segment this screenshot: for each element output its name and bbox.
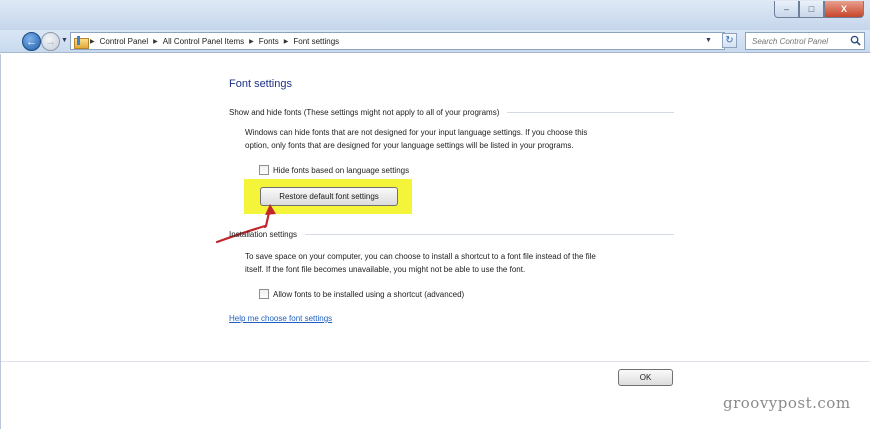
- installation-settings-description: To save space on your computer, you can …: [245, 250, 685, 276]
- breadcrumb-all-items[interactable]: All Control Panel Items: [163, 37, 244, 46]
- breadcrumb-fonts[interactable]: Fonts: [259, 37, 279, 46]
- allow-shortcut-checkbox[interactable]: [259, 289, 269, 299]
- address-dropdown-icon[interactable]: ▼: [705, 37, 712, 44]
- maximize-icon: □: [808, 4, 815, 14]
- footer-divider: [1, 361, 870, 362]
- breadcrumb-font-settings[interactable]: Font settings: [293, 37, 339, 46]
- divider: [507, 112, 674, 113]
- search-input[interactable]: [752, 36, 844, 46]
- forward-arrow-icon: →: [45, 35, 56, 48]
- hide-fonts-checkbox-row[interactable]: Hide fonts based on language settings: [259, 165, 409, 175]
- description-line: Windows can hide fonts that are not desi…: [245, 128, 588, 137]
- installation-settings-header: Installation settings: [229, 230, 674, 239]
- refresh-button[interactable]: ↻: [722, 33, 737, 48]
- window-controls: – □ X: [774, 1, 864, 18]
- forward-button[interactable]: →: [41, 32, 60, 51]
- refresh-icon: ↻: [725, 35, 734, 46]
- breadcrumb-separator-icon[interactable]: ▶: [153, 38, 158, 45]
- description-line: itself. If the font file becomes unavail…: [245, 265, 526, 274]
- hide-fonts-checkbox[interactable]: [259, 165, 269, 175]
- allow-shortcut-checkbox-label[interactable]: Allow fonts to be installed using a shor…: [273, 290, 464, 299]
- installation-settings-header-label: Installation settings: [229, 230, 298, 239]
- allow-shortcut-checkbox-row[interactable]: Allow fonts to be installed using a shor…: [259, 289, 464, 299]
- description-line: option, only fonts that are designed for…: [245, 141, 574, 150]
- close-icon: X: [840, 4, 847, 14]
- recent-pages-dropdown-icon[interactable]: ▼: [61, 37, 68, 44]
- minimize-icon: –: [783, 4, 789, 14]
- breadcrumb-separator-icon[interactable]: ▶: [284, 38, 289, 45]
- description-line: To save space on your computer, you can …: [245, 252, 596, 261]
- minimize-button[interactable]: –: [774, 1, 799, 18]
- breadcrumb-separator-icon[interactable]: ▶: [249, 38, 254, 45]
- show-hide-fonts-header: Show and hide fonts (These settings migh…: [229, 108, 674, 117]
- breadcrumb-separator-icon[interactable]: ▶: [90, 38, 95, 45]
- maximize-button[interactable]: □: [799, 1, 824, 18]
- back-arrow-icon: ←: [26, 35, 37, 48]
- divider: [305, 234, 674, 235]
- watermark: groovypost.com: [723, 394, 851, 412]
- search-box[interactable]: [745, 32, 865, 50]
- page-title: Font settings: [229, 78, 292, 90]
- show-hide-fonts-header-label: Show and hide fonts (These settings migh…: [229, 108, 500, 117]
- title-bar: – □ X: [0, 0, 870, 30]
- hide-fonts-checkbox-label[interactable]: Hide fonts based on language settings: [273, 166, 409, 175]
- content-pane: Font settings Show and hide fonts (These…: [0, 54, 870, 429]
- show-hide-fonts-description: Windows can hide fonts that are not desi…: [245, 126, 685, 152]
- search-icon[interactable]: [850, 35, 861, 46]
- breadcrumb[interactable]: ▶ Control Panel ▶ All Control Panel Item…: [70, 32, 725, 50]
- breadcrumb-control-panel[interactable]: Control Panel: [100, 37, 148, 46]
- control-panel-folder-icon: [74, 35, 89, 49]
- close-button[interactable]: X: [824, 1, 864, 18]
- address-bar: ← → ▼ ▶ Control Panel ▶ All Control Pane…: [0, 30, 870, 53]
- back-button[interactable]: ←: [22, 32, 41, 51]
- ok-button[interactable]: OK: [618, 369, 673, 386]
- help-choose-font-settings-link[interactable]: Help me choose font settings: [229, 314, 332, 323]
